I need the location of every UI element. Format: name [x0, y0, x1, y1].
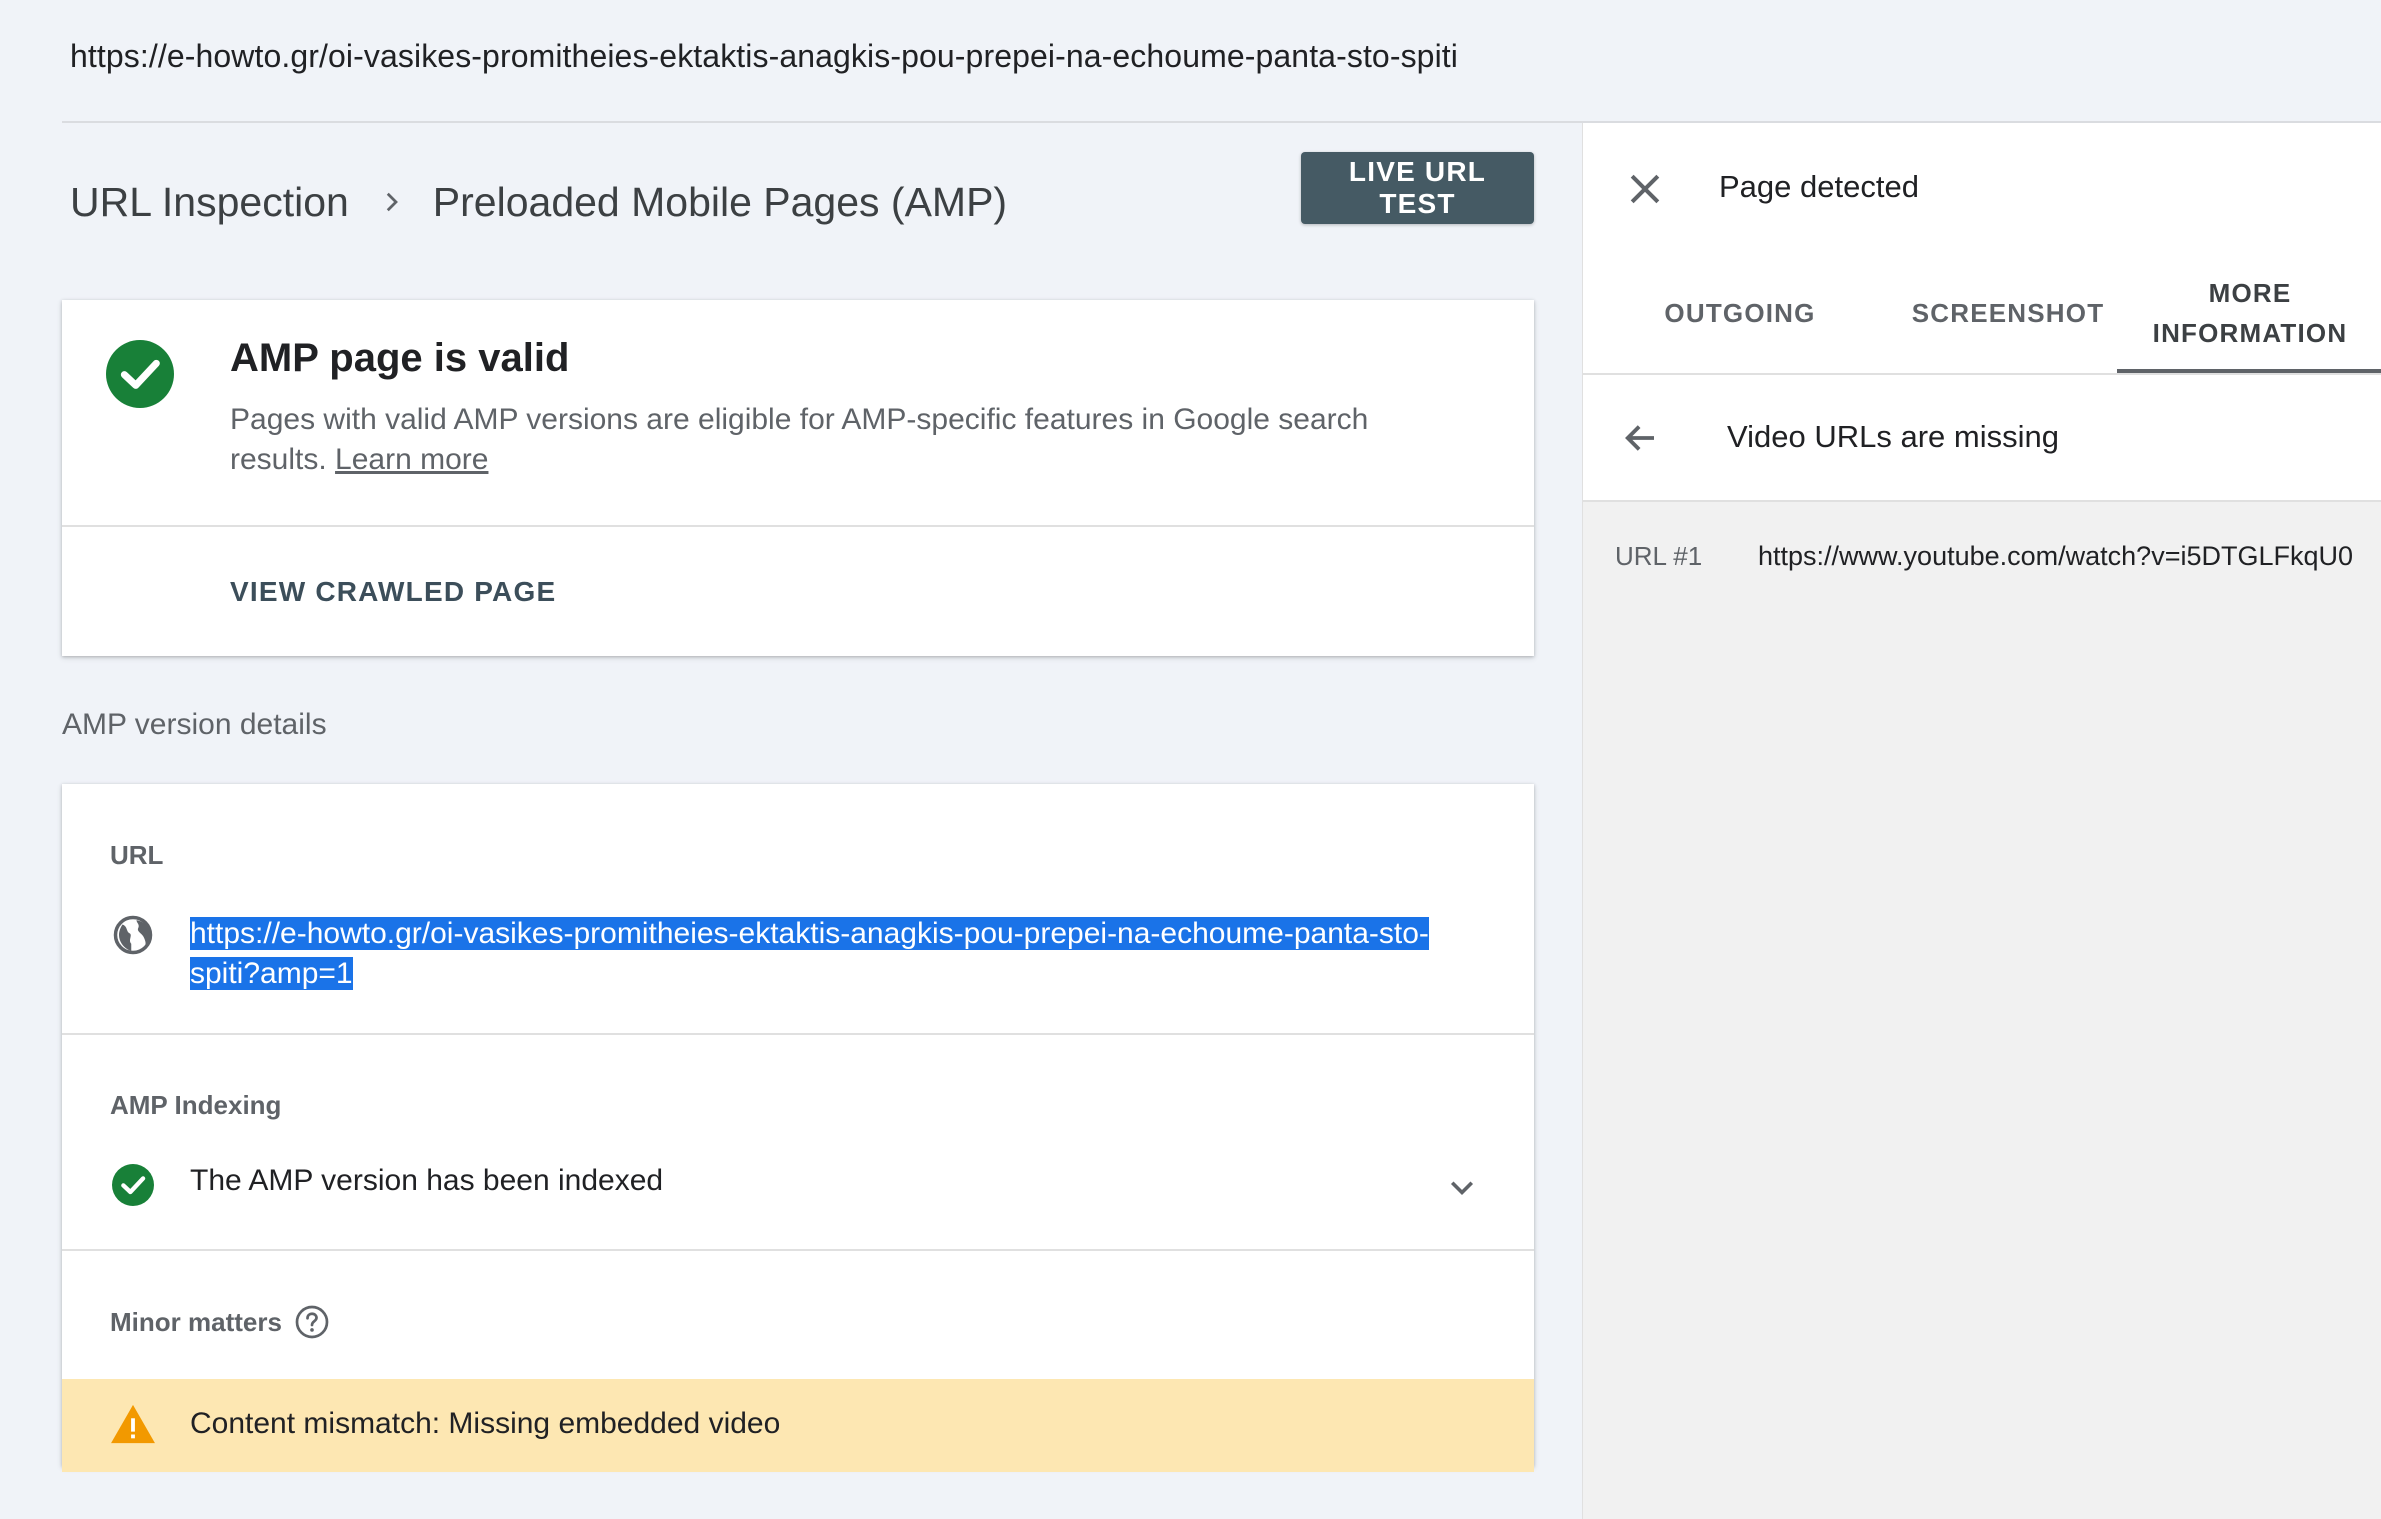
view-crawled-page-button[interactable]: VIEW CRAWLED PAGE: [230, 562, 556, 622]
panel-tabs: OUTGOING SCREENSHOT MORE INFORMATION: [1583, 253, 2381, 373]
inspected-url[interactable]: https://e-howto.gr/oi-vasikes-promitheie…: [70, 38, 1458, 75]
check-circle-icon: [106, 340, 174, 408]
check-circle-icon: [112, 1164, 154, 1206]
sub-header: Video URLs are missing: [1583, 375, 2381, 500]
panel-title: Page detected: [1719, 169, 1919, 204]
video-url-value[interactable]: https://www.youtube.com/watch?v=i5DTGLFk…: [1758, 541, 2353, 572]
indexing-status: The AMP version has been indexed: [190, 1164, 664, 1197]
status-description: Pages with valid AMP versions are eligib…: [230, 400, 1460, 480]
main-content: URL Inspection Preloaded Mobile Pages (A…: [0, 123, 1582, 1519]
status-title: AMP page is valid: [230, 336, 570, 380]
page: https://e-howto.gr/oi-vasikes-promitheie…: [0, 0, 2381, 1519]
help-circle-icon[interactable]: [294, 1304, 330, 1340]
detail-panel: Page detected OUTGOING SCREENSHOT MORE I…: [1582, 123, 2381, 1519]
chevron-right-icon: [386, 192, 398, 212]
status-card: AMP page is valid Pages with valid AMP v…: [62, 300, 1534, 656]
tab-label-line2: INFORMATION: [2152, 318, 2348, 348]
amp-url-selected[interactable]: https://e-howto.gr/oi-vasikes-promitheie…: [190, 917, 1429, 990]
amp-url[interactable]: https://e-howto.gr/oi-vasikes-promitheie…: [190, 914, 1490, 994]
breadcrumb-root[interactable]: URL Inspection: [70, 179, 349, 226]
video-url-label: URL #1: [1615, 541, 1703, 571]
tab-label-line1: MORE: [2208, 278, 2292, 308]
url-label: URL: [110, 840, 164, 870]
tab-screenshot[interactable]: SCREENSHOT: [1873, 253, 2143, 373]
panel-header: Page detected OUTGOING SCREENSHOT MORE I…: [1583, 123, 2381, 373]
warning-text: Content mismatch: Missing embedded video: [190, 1407, 781, 1440]
minor-matters-text: Minor matters: [110, 1306, 282, 1337]
card-divider: [62, 525, 1534, 527]
live-url-test-button[interactable]: LIVE URL TEST: [1301, 152, 1534, 224]
sub-divider: [1583, 500, 2381, 502]
warning-triangle-icon: [111, 1404, 155, 1444]
tab-more-information[interactable]: MORE INFORMATION: [2117, 253, 2381, 373]
tab-outgoing[interactable]: OUTGOING: [1615, 253, 1865, 373]
warning-row[interactable]: Content mismatch: Missing embedded video: [62, 1379, 1534, 1472]
details-divider: [62, 1249, 1534, 1251]
minor-matters-label: Minor matters: [110, 1304, 330, 1340]
section-title: AMP version details: [62, 708, 327, 741]
indexing-label: AMP Indexing: [110, 1090, 282, 1120]
amp-details-card: URL https://e-howto.gr/oi-vasikes-promit…: [62, 784, 1534, 1472]
globe-icon: [113, 915, 153, 955]
breadcrumb: URL Inspection Preloaded Mobile Pages (A…: [70, 167, 1007, 237]
breadcrumb-current: Preloaded Mobile Pages (AMP): [432, 178, 1008, 225]
close-icon[interactable]: [1623, 167, 1667, 211]
sub-title: Video URLs are missing: [1727, 419, 2059, 454]
chevron-down-icon[interactable]: [1444, 1170, 1480, 1206]
arrow-back-icon[interactable]: [1619, 417, 1661, 459]
learn-more-link[interactable]: Learn more: [335, 443, 488, 476]
url-bar: https://e-howto.gr/oi-vasikes-promitheie…: [0, 0, 2381, 123]
details-divider: [62, 1033, 1534, 1035]
